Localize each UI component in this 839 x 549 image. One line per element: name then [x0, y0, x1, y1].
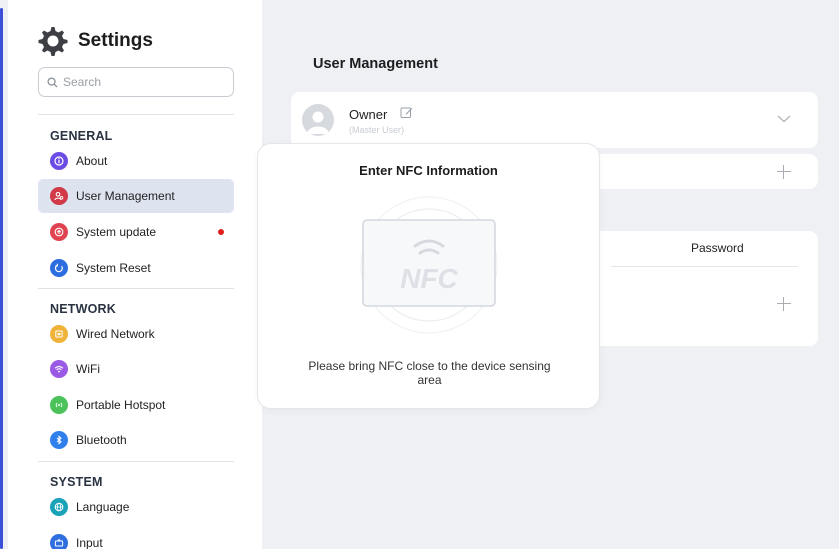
sidebar-item-label: Portable Hotspot — [76, 398, 166, 412]
search-placeholder: Search — [63, 75, 102, 89]
wifi-icon — [50, 360, 68, 378]
sidebar-item-wifi[interactable]: WiFi — [38, 352, 234, 386]
hotspot-icon — [50, 396, 68, 414]
window-accent-edge — [0, 8, 3, 549]
ethernet-icon — [50, 325, 68, 343]
divider — [38, 288, 234, 289]
app-title: Settings — [78, 30, 153, 51]
nfc-graphic-text: NFC — [400, 263, 458, 294]
owner-card[interactable]: Owner (Master User) — [291, 92, 818, 148]
owner-name: Owner — [349, 107, 388, 122]
section-network: NETWORK — [50, 302, 116, 316]
settings-sidebar: Settings Search GENERAL About User Manag… — [8, 0, 262, 549]
gear-icon — [38, 27, 68, 56]
divider — [38, 461, 234, 462]
update-icon — [50, 223, 68, 241]
divider — [611, 266, 798, 267]
update-badge — [218, 229, 224, 235]
sidebar-item-label: Wired Network — [76, 327, 155, 341]
avatar — [302, 104, 334, 136]
app-header: Settings — [38, 26, 153, 56]
add-user-button[interactable] — [777, 165, 791, 179]
nfc-card-icon: NFC — [360, 196, 498, 334]
sidebar-item-portable-hotspot[interactable]: Portable Hotspot — [38, 388, 234, 422]
bluetooth-icon — [50, 431, 68, 449]
info-icon — [50, 152, 68, 170]
globe-icon — [50, 498, 68, 516]
divider — [38, 114, 234, 115]
password-label: Password — [691, 241, 744, 255]
sidebar-item-input[interactable]: Input — [38, 526, 234, 549]
dialog-message: Please bring NFC close to the device sen… — [308, 359, 551, 387]
edit-icon[interactable] — [400, 106, 413, 119]
sidebar-item-bluetooth[interactable]: Bluetooth — [38, 423, 234, 457]
user-icon — [50, 187, 68, 205]
search-input[interactable]: Search — [38, 67, 234, 97]
sidebar-item-label: WiFi — [76, 362, 100, 376]
sidebar-item-label: System Reset — [76, 261, 151, 275]
owner-role: (Master User) — [349, 125, 405, 135]
sidebar-item-user-management[interactable]: User Management — [38, 179, 234, 213]
reset-icon — [50, 259, 68, 277]
input-icon — [50, 534, 68, 549]
sidebar-item-system-update[interactable]: System update — [38, 215, 234, 249]
sidebar-item-label: System update — [76, 225, 157, 239]
page-title: User Management — [313, 56, 438, 72]
sidebar-item-label: Input — [76, 536, 103, 549]
sidebar-item-label: Bluetooth — [76, 433, 127, 447]
section-system: SYSTEM — [50, 475, 103, 489]
dialog-title: Enter NFC Information — [359, 163, 498, 178]
nfc-dialog: Enter NFC Information NFC Please bring N… — [257, 143, 600, 409]
sidebar-item-label: User Management — [76, 189, 175, 203]
sidebar-item-about[interactable]: About — [38, 144, 234, 178]
chevron-down-icon[interactable] — [777, 115, 791, 123]
sidebar-item-wired-network[interactable]: Wired Network — [38, 317, 234, 351]
add-password-button[interactable] — [777, 297, 791, 311]
sidebar-item-system-reset[interactable]: System Reset — [38, 251, 234, 285]
sidebar-item-label: Language — [76, 500, 130, 514]
sidebar-item-language[interactable]: Language — [38, 490, 234, 524]
sidebar-item-label: About — [76, 154, 108, 168]
section-general: GENERAL — [50, 129, 113, 143]
search-icon — [47, 76, 58, 88]
